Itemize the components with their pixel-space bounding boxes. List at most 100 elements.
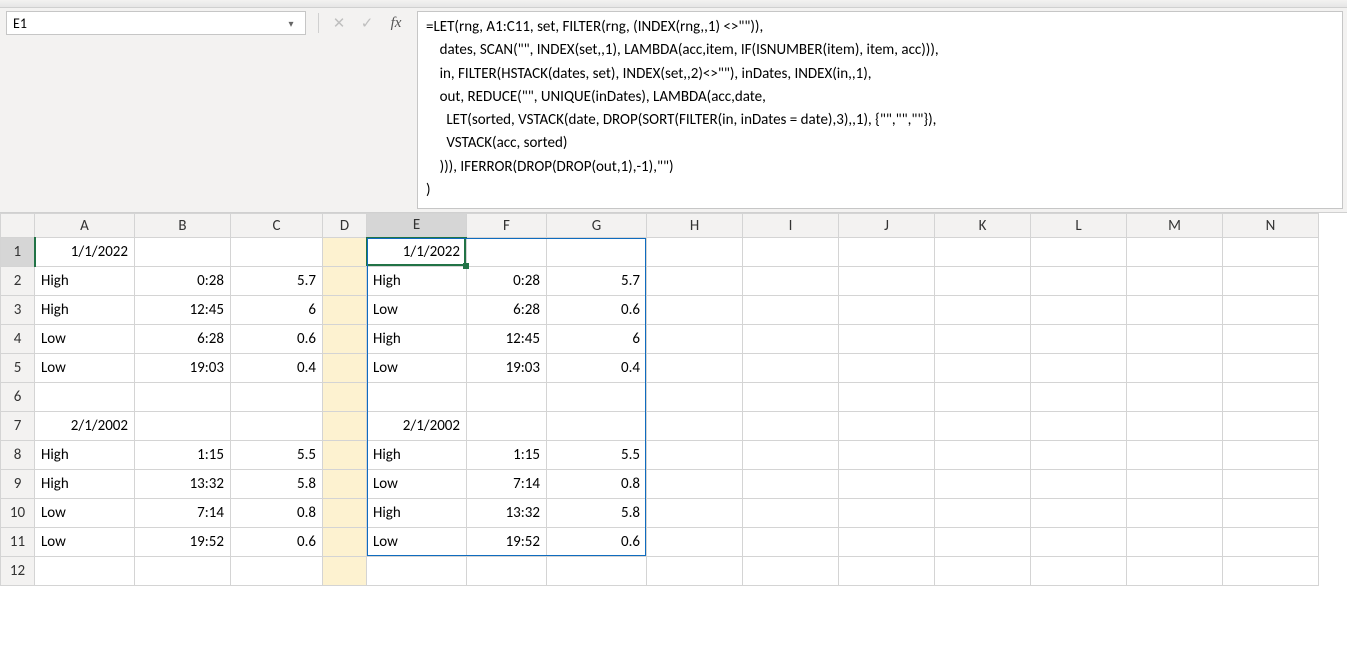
cancel-formula-button[interactable]: ✕: [325, 11, 353, 35]
cell-M1[interactable]: [1127, 238, 1223, 267]
cell-H5[interactable]: [647, 354, 743, 383]
cell-B10[interactable]: 7:14: [135, 499, 231, 528]
row-header-9[interactable]: 9: [1, 470, 35, 499]
cell-M12[interactable]: [1127, 557, 1223, 586]
column-header-C[interactable]: C: [231, 214, 323, 238]
cell-L9[interactable]: [1031, 470, 1127, 499]
cell-C9[interactable]: 5.8: [231, 470, 323, 499]
cell-L11[interactable]: [1031, 528, 1127, 557]
cell-H10[interactable]: [647, 499, 743, 528]
cell-I10[interactable]: [743, 499, 839, 528]
cell-K4[interactable]: [935, 325, 1031, 354]
cell-F1[interactable]: [467, 238, 547, 267]
cell-B3[interactable]: 12:45: [135, 296, 231, 325]
cell-D5[interactable]: [323, 354, 367, 383]
column-header-E[interactable]: E: [367, 214, 467, 238]
cell-G11[interactable]: 0.6: [547, 528, 647, 557]
cell-M10[interactable]: [1127, 499, 1223, 528]
cell-K7[interactable]: [935, 412, 1031, 441]
cell-E3[interactable]: Low: [367, 296, 467, 325]
cell-C6[interactable]: [231, 383, 323, 412]
cell-H9[interactable]: [647, 470, 743, 499]
cell-B2[interactable]: 0:28: [135, 267, 231, 296]
cell-K8[interactable]: [935, 441, 1031, 470]
cell-E8[interactable]: High: [367, 441, 467, 470]
column-header-D[interactable]: D: [323, 214, 367, 238]
cell-M11[interactable]: [1127, 528, 1223, 557]
cell-D8[interactable]: [323, 441, 367, 470]
cell-I5[interactable]: [743, 354, 839, 383]
cell-E4[interactable]: High: [367, 325, 467, 354]
cell-A7[interactable]: 2/1/2002: [35, 412, 135, 441]
cell-N4[interactable]: [1223, 325, 1319, 354]
column-header-B[interactable]: B: [135, 214, 231, 238]
cell-E5[interactable]: Low: [367, 354, 467, 383]
cell-D3[interactable]: [323, 296, 367, 325]
cell-L10[interactable]: [1031, 499, 1127, 528]
cell-A3[interactable]: High: [35, 296, 135, 325]
row-header-4[interactable]: 4: [1, 325, 35, 354]
cell-D10[interactable]: [323, 499, 367, 528]
cell-E7[interactable]: 2/1/2002: [367, 412, 467, 441]
cell-D7[interactable]: [323, 412, 367, 441]
cell-J10[interactable]: [839, 499, 935, 528]
cell-D12[interactable]: [323, 557, 367, 586]
cell-B11[interactable]: 19:52: [135, 528, 231, 557]
cell-E1[interactable]: 1/1/2022: [367, 238, 467, 267]
cell-H4[interactable]: [647, 325, 743, 354]
cell-D1[interactable]: [323, 238, 367, 267]
cell-B9[interactable]: 13:32: [135, 470, 231, 499]
cell-H11[interactable]: [647, 528, 743, 557]
cell-D9[interactable]: [323, 470, 367, 499]
row-header-11[interactable]: 11: [1, 528, 35, 557]
cell-F10[interactable]: 13:32: [467, 499, 547, 528]
cell-A1[interactable]: 1/1/2022: [35, 238, 135, 267]
cell-H12[interactable]: [647, 557, 743, 586]
cell-B5[interactable]: 19:03: [135, 354, 231, 383]
cell-I2[interactable]: [743, 267, 839, 296]
accept-formula-button[interactable]: ✓: [353, 11, 381, 35]
cell-L3[interactable]: [1031, 296, 1127, 325]
cell-C4[interactable]: 0.6: [231, 325, 323, 354]
cell-L1[interactable]: [1031, 238, 1127, 267]
cell-D11[interactable]: [323, 528, 367, 557]
cell-G12[interactable]: [547, 557, 647, 586]
cell-A12[interactable]: [35, 557, 135, 586]
cell-M8[interactable]: [1127, 441, 1223, 470]
row-header-2[interactable]: 2: [1, 267, 35, 296]
cell-B4[interactable]: 6:28: [135, 325, 231, 354]
cell-I11[interactable]: [743, 528, 839, 557]
cell-A10[interactable]: Low: [35, 499, 135, 528]
column-header-I[interactable]: I: [743, 214, 839, 238]
cell-J5[interactable]: [839, 354, 935, 383]
cell-D4[interactable]: [323, 325, 367, 354]
cell-N2[interactable]: [1223, 267, 1319, 296]
cell-C3[interactable]: 6: [231, 296, 323, 325]
cell-G10[interactable]: 5.8: [547, 499, 647, 528]
cell-J8[interactable]: [839, 441, 935, 470]
cell-N10[interactable]: [1223, 499, 1319, 528]
cell-A11[interactable]: Low: [35, 528, 135, 557]
cell-G6[interactable]: [547, 383, 647, 412]
cell-N12[interactable]: [1223, 557, 1319, 586]
cell-C12[interactable]: [231, 557, 323, 586]
cell-B12[interactable]: [135, 557, 231, 586]
cell-G1[interactable]: [547, 238, 647, 267]
cell-N3[interactable]: [1223, 296, 1319, 325]
cell-M5[interactable]: [1127, 354, 1223, 383]
select-all-corner[interactable]: [1, 214, 35, 238]
cell-M7[interactable]: [1127, 412, 1223, 441]
column-header-F[interactable]: F: [467, 214, 547, 238]
cell-L7[interactable]: [1031, 412, 1127, 441]
cell-F8[interactable]: 1:15: [467, 441, 547, 470]
cell-K6[interactable]: [935, 383, 1031, 412]
cell-C11[interactable]: 0.6: [231, 528, 323, 557]
cell-E6[interactable]: [367, 383, 467, 412]
cell-I8[interactable]: [743, 441, 839, 470]
row-header-12[interactable]: 12: [1, 557, 35, 586]
column-header-A[interactable]: A: [35, 214, 135, 238]
cell-L12[interactable]: [1031, 557, 1127, 586]
cell-J1[interactable]: [839, 238, 935, 267]
cell-F5[interactable]: 19:03: [467, 354, 547, 383]
cell-J2[interactable]: [839, 267, 935, 296]
